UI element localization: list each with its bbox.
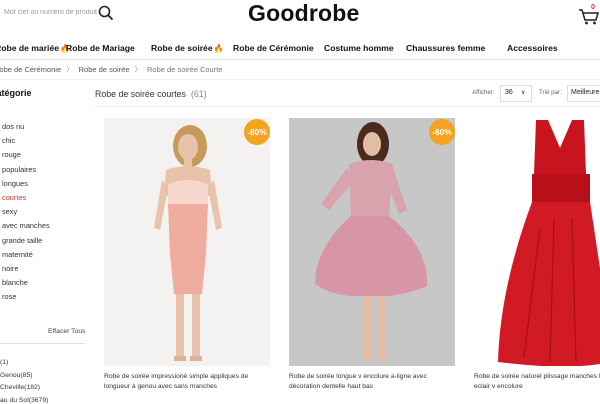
nav-item-accessoires[interactable]: Accessoires bbox=[507, 43, 558, 53]
category-item[interactable]: maternité bbox=[2, 250, 33, 259]
product-image[interactable] bbox=[104, 118, 270, 366]
per-page-select[interactable]: 36 ∨ bbox=[500, 85, 532, 102]
nav-item-robe-de-mariage[interactable]: Robe de Mariage bbox=[66, 43, 135, 53]
length-filter-item[interactable]: Genou(85) bbox=[0, 372, 33, 379]
dress-image-rose bbox=[289, 118, 455, 366]
sort-select[interactable]: Meilleure bbox=[567, 85, 600, 102]
breadcrumb-current: Robe de soirée Courte bbox=[147, 65, 223, 74]
category-item[interactable]: rouge bbox=[2, 150, 21, 159]
category-item[interactable]: dos nu bbox=[2, 122, 24, 131]
clear-all-button[interactable]: Effacer Tous bbox=[48, 328, 86, 335]
category-title: Catégorie bbox=[0, 88, 32, 98]
category-item[interactable]: avec manches bbox=[2, 221, 50, 230]
divider bbox=[0, 343, 86, 344]
main-nav: Robe de mariée🔥 Robe de Mariage Robe de … bbox=[0, 40, 600, 58]
product-card[interactable]: -60% Robe de soirée longue v encolure a-… bbox=[289, 118, 455, 400]
discount-badge: -80% bbox=[244, 119, 270, 145]
category-item[interactable]: noire bbox=[2, 264, 18, 273]
length-filter-item[interactable]: Cheville(182) bbox=[0, 384, 40, 391]
nav-item-label: Robe de soirée bbox=[151, 43, 213, 53]
product-name[interactable]: Robe de soirée longue v encolure a-ligne… bbox=[289, 372, 455, 391]
sort-label: Trié par: bbox=[539, 89, 562, 96]
result-count: (61) bbox=[190, 89, 207, 99]
search-button[interactable] bbox=[97, 4, 115, 22]
page-title: Robe de soirée courtes (61) bbox=[95, 89, 207, 99]
nav-item-robe-de-ceremonie[interactable]: Robe de Cérémonie bbox=[233, 43, 314, 53]
nav-item-chaussures-femme[interactable]: Chaussures femme bbox=[406, 43, 485, 53]
per-page-label: Afficher: bbox=[472, 89, 495, 96]
product-image[interactable] bbox=[289, 118, 455, 366]
category-item[interactable]: rose bbox=[2, 292, 16, 301]
flame-icon: 🔥 bbox=[213, 44, 224, 53]
nav-item-label: Robe de Mariage bbox=[66, 43, 135, 53]
search-icon bbox=[98, 5, 114, 21]
divider bbox=[0, 59, 600, 60]
nav-item-label: Robe de mariée bbox=[0, 43, 59, 53]
product-card[interactable]: Robe de soirée naturel plissage manches … bbox=[474, 118, 600, 400]
nav-item-costume-homme[interactable]: Costume homme bbox=[324, 43, 394, 53]
dress-image-red bbox=[474, 118, 600, 366]
nav-item-label: Accessoires bbox=[507, 43, 558, 53]
nav-item-label: Chaussures femme bbox=[406, 43, 486, 53]
breadcrumb-link[interactable]: Robe de Cérémonie bbox=[0, 65, 61, 74]
category-item[interactable]: populaires bbox=[2, 165, 36, 174]
nav-item-robe-de-mariee[interactable]: Robe de mariée🔥 bbox=[0, 43, 70, 53]
chevron-right-icon: 〉 bbox=[66, 65, 74, 74]
cart-button[interactable]: 0 bbox=[578, 4, 600, 26]
sort-value: Meilleure bbox=[571, 89, 600, 96]
category-item[interactable]: longues bbox=[2, 179, 28, 188]
product-name[interactable]: Robe de soirée impressioné simple appliq… bbox=[104, 372, 270, 391]
product-image[interactable] bbox=[474, 118, 600, 366]
discount-badge: -60% bbox=[429, 119, 455, 145]
product-name[interactable]: Robe de soirée naturel plissage manches … bbox=[474, 372, 600, 391]
search-bar bbox=[0, 0, 120, 26]
site-logo[interactable]: Goodrobe bbox=[248, 0, 359, 27]
cart-count-badge: 0 bbox=[591, 4, 595, 11]
divider bbox=[95, 106, 600, 107]
nav-item-label: Robe de Cérémonie bbox=[233, 43, 314, 53]
per-page-value: 36 bbox=[505, 89, 513, 96]
category-item[interactable]: blanche bbox=[2, 278, 28, 287]
nav-item-label: Costume homme bbox=[324, 43, 394, 53]
category-item[interactable]: sexy bbox=[2, 207, 17, 216]
category-item[interactable]: courtes bbox=[2, 193, 26, 202]
dress-image-pink bbox=[104, 118, 270, 366]
search-input[interactable] bbox=[0, 2, 100, 22]
chevron-down-icon: ∨ bbox=[521, 90, 526, 96]
breadcrumb-link[interactable]: Robe de soirée bbox=[79, 65, 130, 74]
product-card[interactable]: -80% Robe de soirée impressioné simple a… bbox=[104, 118, 270, 400]
breadcrumb: Robe de Cérémonie 〉 Robe de soirée 〉 Robe de… bbox=[0, 64, 222, 75]
cart-icon bbox=[579, 9, 599, 25]
category-item[interactable]: grande taille bbox=[2, 236, 42, 245]
length-filter-item[interactable]: au du Sol(3679) bbox=[0, 397, 48, 404]
page-title-text: Robe de soirée courtes bbox=[95, 89, 186, 99]
nav-item-robe-de-soiree[interactable]: Robe de soirée🔥 bbox=[151, 43, 224, 53]
length-filter-item[interactable]: (1) bbox=[0, 359, 8, 366]
chevron-right-icon: 〉 bbox=[134, 65, 143, 74]
category-item[interactable]: chic bbox=[2, 136, 15, 145]
divider bbox=[0, 79, 600, 80]
